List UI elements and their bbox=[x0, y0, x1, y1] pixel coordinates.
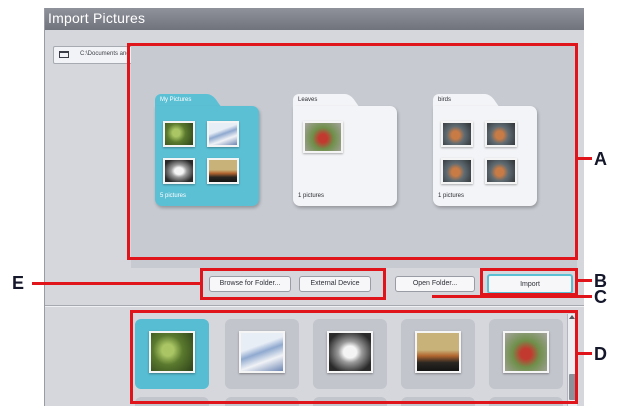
folder-name: My Pictures bbox=[160, 97, 192, 103]
callout-box-folder-view bbox=[127, 43, 578, 260]
callout-label-a: A bbox=[594, 149, 607, 169]
title-bar: Import Pictures bbox=[45, 8, 584, 30]
screenshot-root: Import Pictures C:\Documents and Setting… bbox=[0, 0, 617, 406]
folder-picture-count: 1 pictures bbox=[438, 193, 465, 199]
callout-label-c: C bbox=[594, 287, 607, 307]
open-folder-button[interactable]: Open Folder... bbox=[395, 276, 475, 292]
folder-picture-count: 5 pictures bbox=[160, 193, 187, 199]
callout-label-e: E bbox=[12, 273, 25, 293]
callout-line-c bbox=[432, 295, 592, 298]
folder-name: Leaves bbox=[298, 97, 318, 103]
callout-label-d: D bbox=[594, 344, 607, 364]
callout-line-e bbox=[32, 282, 200, 285]
callout-box-source-buttons bbox=[200, 268, 386, 300]
callout-box-import-button bbox=[480, 268, 578, 296]
callout-line-a bbox=[578, 157, 592, 160]
callout-line-d bbox=[578, 352, 592, 355]
folder-picture-count: 1 pictures bbox=[298, 193, 325, 199]
window-title: Import Pictures bbox=[48, 10, 146, 26]
callout-box-filmstrip bbox=[130, 310, 578, 404]
folder-icon bbox=[59, 51, 69, 58]
callout-line-b bbox=[578, 279, 592, 282]
folder-name: birds bbox=[438, 97, 452, 103]
panel-divider bbox=[45, 305, 584, 307]
